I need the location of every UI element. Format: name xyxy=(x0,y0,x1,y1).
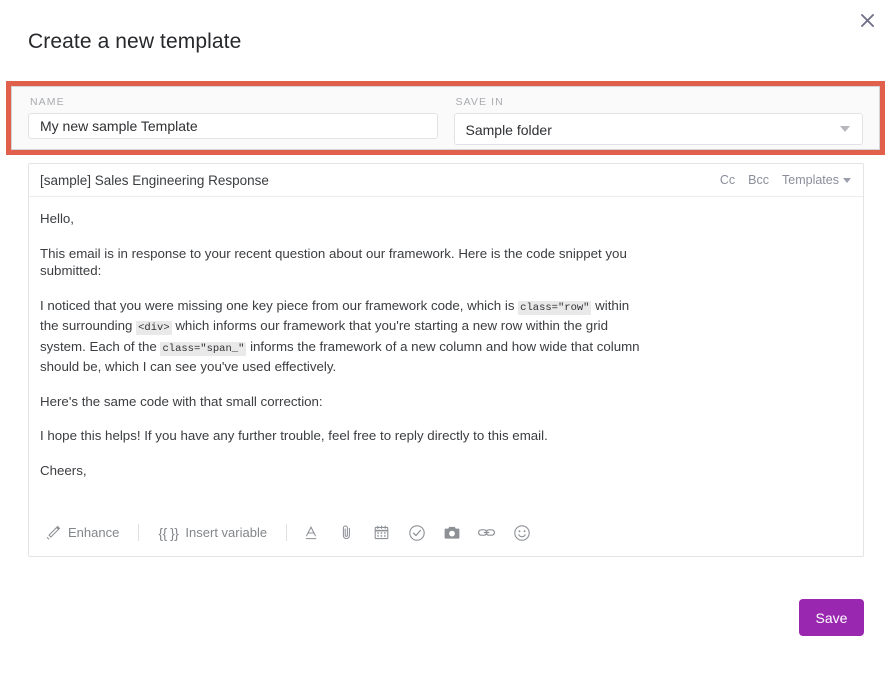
close-icon xyxy=(860,13,874,27)
insert-variable-button[interactable]: {{ }} Insert variable xyxy=(154,522,271,544)
body-signoff: Cheers, xyxy=(40,462,87,478)
name-field-group: NAME xyxy=(28,96,438,139)
emoji-smiley-icon xyxy=(513,524,530,541)
templates-button[interactable]: Templates xyxy=(782,173,851,187)
subject-actions: Cc Bcc Templates xyxy=(720,173,851,187)
close-dialog-button[interactable] xyxy=(854,7,880,33)
dialog-title: Create a new template xyxy=(28,30,242,53)
save-in-label: SAVE IN xyxy=(455,96,504,108)
magic-wand-icon xyxy=(46,525,61,540)
save-in-field-group: SAVE IN Sample folder xyxy=(453,96,863,145)
body-greeting: Hello, xyxy=(40,211,74,226)
template-name-input[interactable] xyxy=(29,114,437,138)
subject-input[interactable]: [sample] Sales Engineering Response xyxy=(40,173,720,188)
link-icon xyxy=(478,529,496,536)
save-in-select[interactable]: Sample folder xyxy=(453,113,863,145)
camera-icon xyxy=(444,526,459,539)
p2-text-a: I noticed that you were missing one key … xyxy=(40,297,519,313)
format-text-icon xyxy=(305,525,316,539)
task-check-circle-icon xyxy=(408,524,425,541)
body-paragraph-3: Here's the same code with that small cor… xyxy=(40,393,323,409)
attachment-button[interactable] xyxy=(337,523,356,542)
calendar-button[interactable] xyxy=(372,523,391,542)
curly-braces-icon: {{ }} xyxy=(158,524,179,541)
meta-fields-highlight: NAME SAVE IN Sample folder xyxy=(6,81,885,155)
enhance-button[interactable]: Enhance xyxy=(42,522,123,543)
chevron-down-icon xyxy=(843,178,851,183)
camera-button[interactable] xyxy=(442,523,461,542)
body-paragraph-1: This email is in response to your recent… xyxy=(40,245,627,279)
task-button[interactable] xyxy=(407,523,426,542)
format-text-button[interactable] xyxy=(302,523,321,542)
save-in-value: Sample folder xyxy=(465,122,552,138)
calendar-icon xyxy=(374,525,389,540)
emoji-button[interactable] xyxy=(512,523,531,542)
cc-button[interactable]: Cc xyxy=(720,173,735,187)
code-div-tag: <div> xyxy=(136,321,172,335)
bcc-button[interactable]: Bcc xyxy=(748,173,769,187)
code-class-row: class="row" xyxy=(518,300,592,315)
toolbar-divider-1 xyxy=(138,524,140,541)
body-paragraph-4: I hope this helps! If you have any furth… xyxy=(40,428,548,443)
code-class-span: class="span_" xyxy=(160,341,247,356)
link-button[interactable] xyxy=(477,523,496,542)
templates-label: Templates xyxy=(782,173,839,187)
subject-row: [sample] Sales Engineering Response Cc B… xyxy=(29,164,863,197)
insert-variable-label: Insert variable xyxy=(185,525,268,540)
email-body[interactable]: Hello, This email is in response to your… xyxy=(29,197,863,509)
toolbar-divider-2 xyxy=(286,524,288,541)
toolbar-icon-group xyxy=(302,523,531,542)
name-input-wrapper[interactable] xyxy=(28,113,438,139)
editor-toolbar: Enhance {{ }} Insert variable xyxy=(29,509,863,556)
meta-fields-row: NAME SAVE IN Sample folder xyxy=(11,86,880,150)
attachment-paperclip-icon xyxy=(342,525,351,540)
name-label: NAME xyxy=(30,96,65,108)
save-button[interactable]: Save xyxy=(799,599,864,636)
email-composer: [sample] Sales Engineering Response Cc B… xyxy=(28,163,864,557)
enhance-label: Enhance xyxy=(68,525,120,540)
body-paragraph-2: I noticed that you were missing one key … xyxy=(40,297,640,376)
